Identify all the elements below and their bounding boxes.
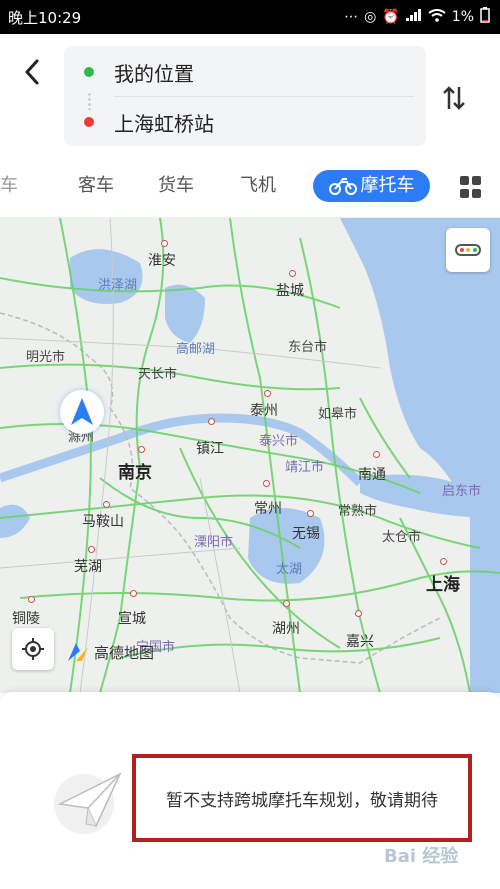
city-dot <box>138 446 145 453</box>
city-label: 如皋市 <box>318 407 358 422</box>
motorcycle-icon <box>328 178 357 195</box>
status-icons: ⋯ ◎ ⏰ 1% <box>344 7 490 27</box>
city-label: 铜陵 <box>12 611 40 627</box>
route-divider <box>114 96 414 97</box>
destination-dot <box>84 117 94 127</box>
notice-text: 暂不支持跨城摩托车规划，敬请期待 <box>166 790 438 811</box>
battery-icon <box>480 7 490 27</box>
status-time: 晚上10:29 <box>8 9 82 27</box>
city-label: 启东市 <box>442 484 482 499</box>
city-dot <box>373 451 380 458</box>
destination-field[interactable]: 上海虹桥站 <box>64 98 426 146</box>
map-brand: 高德地图 <box>66 641 154 663</box>
city-dot <box>208 418 215 425</box>
traffic-toggle-button[interactable] <box>446 228 490 272</box>
wifi-icon <box>428 8 446 26</box>
tab-plane[interactable]: 飞机 <box>240 170 276 202</box>
tab-motorcycle[interactable]: 摩托车 <box>313 170 430 202</box>
city-dot <box>440 558 447 565</box>
city-label: 泰州 <box>250 403 278 419</box>
city-dot <box>283 600 290 607</box>
city-label: 湖州 <box>272 621 300 637</box>
transport-mode-tabs: 车 客车 货车 飞机 摩托车 <box>0 154 500 218</box>
origin-dot <box>84 67 94 77</box>
swap-button[interactable] <box>436 80 472 116</box>
city-dot <box>355 610 362 617</box>
tab-car-partial[interactable]: 车 <box>0 170 18 202</box>
city-dot <box>130 590 137 597</box>
city-label-major: 南京 <box>118 463 152 483</box>
swap-icon <box>443 86 465 110</box>
city-label: 芜湖 <box>74 559 102 575</box>
city-dot <box>263 480 270 487</box>
brand-name: 高德地图 <box>94 643 155 662</box>
city-dot <box>161 240 168 247</box>
city-dot <box>289 270 296 277</box>
lake-label: 高邮湖 <box>176 342 216 357</box>
city-dot <box>307 510 314 517</box>
amap-logo-icon <box>68 643 88 661</box>
city-dot <box>103 501 110 508</box>
map-view[interactable]: 洪泽湖 高邮湖 太湖 淮安 盐城 明光市 东台市 天长市 泰州 如皋市 镇江 泰… <box>0 218 500 693</box>
city-label: 盐城 <box>276 283 304 299</box>
battery-level: 1% <box>451 9 474 25</box>
baidu-watermark: Bai 经验 <box>384 846 459 867</box>
crosshair-icon <box>22 638 44 660</box>
city-label: 常州 <box>254 501 282 517</box>
destination-text: 上海虹桥站 <box>114 111 214 136</box>
city-label: 南通 <box>358 467 386 483</box>
grid-icon[interactable] <box>460 176 482 198</box>
paper-plane-icon <box>54 772 122 834</box>
signal-icon <box>405 9 422 25</box>
city-dot <box>28 596 35 603</box>
origin-text: 我的位置 <box>114 61 194 86</box>
more-dots-icon: ⋯ <box>344 9 359 25</box>
traffic-light-icon <box>455 244 481 256</box>
result-panel: 暂不支持跨城摩托车规划，敬请期待 Bai 经验 <box>0 692 500 889</box>
city-label: 嘉兴 <box>346 634 374 650</box>
back-button[interactable] <box>16 56 48 88</box>
city-label: 淮安 <box>148 253 176 269</box>
city-label: 明光市 <box>26 350 66 365</box>
city-dot <box>88 546 95 553</box>
city-label: 泰兴市 <box>259 434 299 449</box>
map-base-graphic <box>0 218 500 693</box>
status-bar: 晚上10:29 ⋯ ◎ ⏰ 1% <box>0 0 500 34</box>
city-label: 马鞍山 <box>82 514 124 530</box>
tab-bus[interactable]: 客车 <box>78 170 114 202</box>
back-arrow-icon <box>25 59 39 85</box>
city-label: 太仓市 <box>382 530 422 545</box>
city-label: 天长市 <box>138 367 178 382</box>
alarm-icon: ⏰ <box>382 9 400 25</box>
city-label: 溧阳市 <box>194 535 234 550</box>
unsupported-notice: 暂不支持跨城摩托车规划，敬请期待 <box>132 754 472 842</box>
lake-label: 太湖 <box>276 562 303 577</box>
lake-label: 洪泽湖 <box>98 278 138 293</box>
city-label-major: 上海 <box>426 575 460 595</box>
locate-button[interactable] <box>12 628 54 670</box>
origin-field[interactable]: 我的位置 <box>64 48 426 96</box>
city-label: 靖江市 <box>285 460 325 475</box>
tab-truck[interactable]: 货车 <box>158 170 194 202</box>
city-label: 宣城 <box>118 611 146 627</box>
tab-motorcycle-label: 摩托车 <box>360 175 415 196</box>
city-label: 镇江 <box>196 441 224 457</box>
navigation-arrow-icon <box>71 398 93 425</box>
route-header: 我的位置 上海虹桥站 <box>0 34 500 154</box>
current-location-marker <box>60 390 104 434</box>
hotspot-icon: ◎ <box>364 9 377 25</box>
city-label: 东台市 <box>288 340 328 355</box>
city-label: 常熟市 <box>338 504 378 519</box>
city-label: 无锡 <box>292 526 320 542</box>
route-box: 我的位置 上海虹桥站 <box>64 46 426 146</box>
city-dot <box>264 390 271 397</box>
